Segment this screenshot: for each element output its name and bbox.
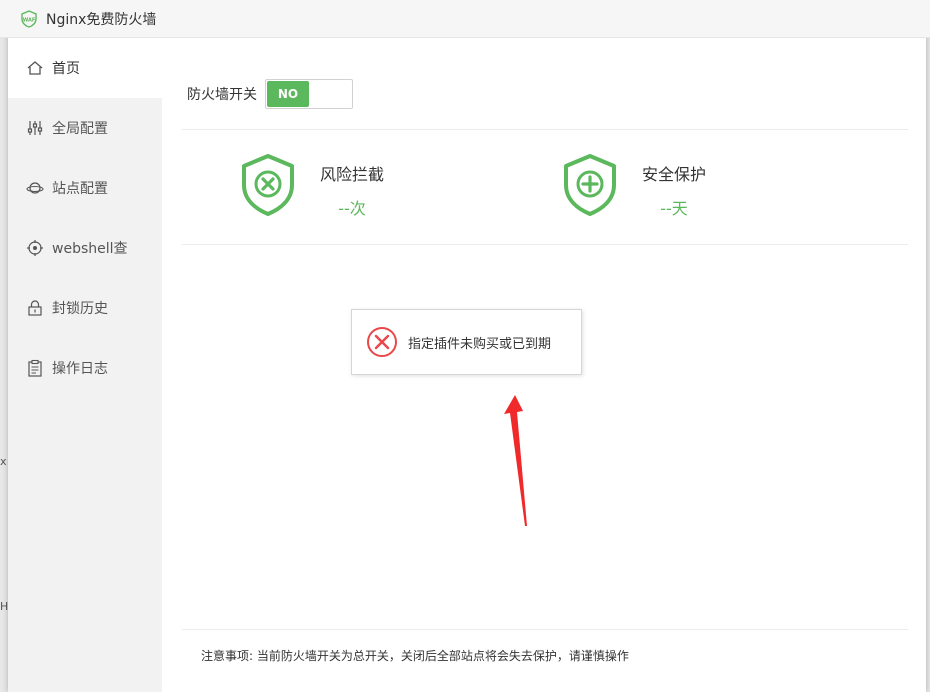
- window-title: Nginx免费防火墙: [46, 11, 157, 28]
- toggle-knob: NO: [267, 81, 309, 107]
- sidebar: 首页 全局配置 站点配置 webshell查 封锁历史 操作日志: [8, 38, 162, 692]
- home-icon: [26, 59, 44, 77]
- sidebar-item-webshell[interactable]: webshell查: [8, 218, 162, 278]
- firewall-toggle[interactable]: NO: [265, 79, 353, 109]
- sidebar-item-home[interactable]: 首页: [8, 38, 162, 98]
- notice-text: 注意事项: 当前防火墙开关为总开关，关闭后全部站点将会失去保护，请谨慎操作: [182, 629, 908, 664]
- stat-value: --天: [660, 199, 688, 218]
- shield-plus-icon: [564, 154, 616, 216]
- sliders-icon: [26, 119, 44, 137]
- clipboard-icon: [26, 359, 44, 377]
- firewall-switch-row: 防火墙开关 NO: [187, 79, 353, 109]
- shield-x-icon: [242, 154, 294, 216]
- stat-label: 安全保护: [642, 165, 707, 184]
- main-panel: 防火墙开关 NO 风险拦截 --次 安全保护 --天 指定插件未购买或已到期 注…: [182, 38, 908, 692]
- error-message: 指定插件未购买或已到期: [408, 336, 552, 352]
- sidebar-item-label: 全局配置: [52, 121, 108, 137]
- sidebar-item-label: 封锁历史: [52, 301, 108, 317]
- divider: [182, 129, 908, 130]
- sidebar-item-block-history[interactable]: 封锁历史: [8, 278, 162, 338]
- title-bar[interactable]: WAF Nginx免费防火墙: [0, 0, 930, 38]
- error-circle-icon: [367, 327, 397, 357]
- target-icon: [26, 239, 44, 257]
- lock-icon: [26, 299, 44, 317]
- stat-value: --次: [338, 199, 366, 218]
- background-text: x: [0, 455, 7, 468]
- sidebar-item-site-config[interactable]: 站点配置: [8, 158, 162, 218]
- stat-label: 风险拦截: [320, 165, 385, 184]
- svg-text:WAF: WAF: [23, 17, 36, 23]
- divider: [182, 244, 908, 245]
- planet-icon: [26, 179, 44, 197]
- sidebar-item-label: 站点配置: [52, 181, 108, 197]
- stat-safety-protection: 安全保护 --天: [562, 153, 706, 219]
- error-message-popup: 指定插件未购买或已到期: [351, 309, 582, 375]
- waf-modal-window: WAF Nginx免费防火墙 首页 全局配置 站点配置 webshell查 封锁…: [0, 0, 930, 692]
- firewall-switch-label: 防火墙开关: [187, 87, 257, 103]
- sidebar-item-label: webshell查: [52, 241, 128, 257]
- sidebar-item-label: 首页: [52, 61, 80, 77]
- sidebar-item-operation-log[interactable]: 操作日志: [8, 338, 162, 398]
- waf-shield-logo-icon: WAF: [20, 9, 38, 28]
- sidebar-item-global-config[interactable]: 全局配置: [8, 98, 162, 158]
- sidebar-item-label: 操作日志: [52, 361, 108, 377]
- stat-risk-interception: 风险拦截 --次: [240, 153, 384, 219]
